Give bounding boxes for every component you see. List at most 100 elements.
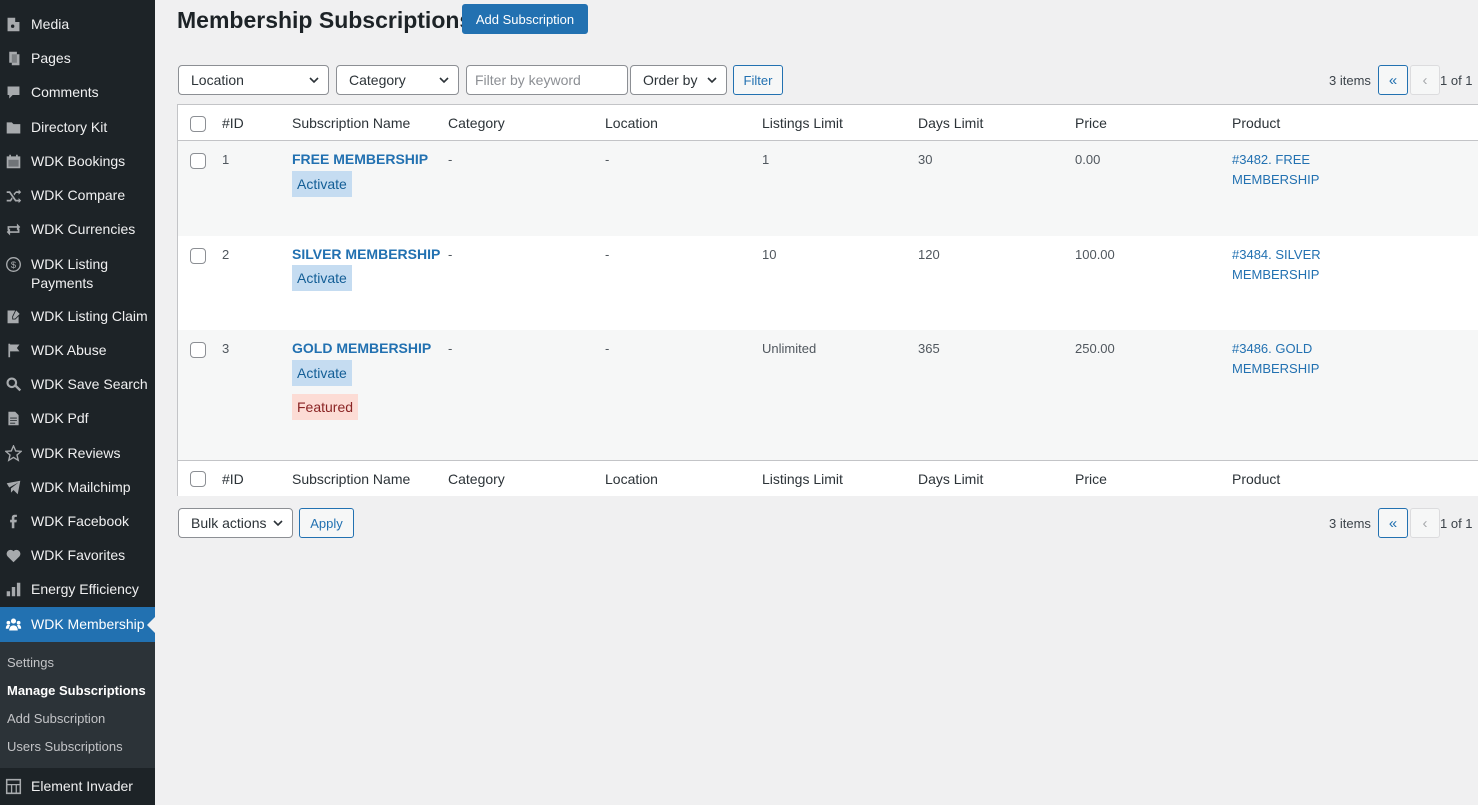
prev-page-button[interactable]: ‹ (1410, 65, 1440, 95)
column-days-limit[interactable]: Days Limit (918, 471, 983, 487)
page-indicator: 1 of 1 (1440, 73, 1473, 88)
prev-page-button[interactable]: ‹ (1410, 508, 1440, 538)
activate-badge[interactable]: Activate (292, 265, 352, 291)
column-listings-limit[interactable]: Listings Limit (762, 471, 843, 487)
sidebar-item-wdk-save-search[interactable]: WDK Save Search (0, 375, 155, 394)
row-listings-limit: 10 (762, 247, 777, 262)
items-count: 3 items (1329, 73, 1371, 88)
activate-badge[interactable]: Activate (292, 171, 352, 197)
sidebar-item-wdk-listing-payments[interactable]: $ WDK Listing Payments (0, 255, 155, 293)
media-icon (4, 15, 22, 33)
add-subscription-button[interactable]: Add Subscription (462, 4, 588, 34)
sidebar-item-wdk-bookings[interactable]: WDK Bookings (0, 152, 155, 171)
page-indicator: 1 of 1 (1440, 516, 1473, 531)
sidebar-item-wdk-favorites[interactable]: WDK Favorites (0, 546, 155, 565)
product-link[interactable]: #3482. FREE MEMBERSHIP (1232, 150, 1342, 190)
column-product[interactable]: Product (1232, 471, 1280, 487)
sidebar-item-label: WDK Favorites (31, 547, 126, 563)
sidebar-item-comments[interactable]: Comments (0, 83, 155, 102)
featured-badge[interactable]: Featured (292, 394, 359, 420)
email-icon (4, 478, 22, 496)
column-price[interactable]: Price (1075, 115, 1107, 131)
subscription-name-link[interactable]: SILVER MEMBERSHIP (292, 246, 440, 262)
heart-icon (4, 546, 22, 564)
sidebar-item-wdk-abuse[interactable]: WDK Abuse (0, 341, 155, 360)
column-product[interactable]: Product (1232, 115, 1280, 131)
location-select[interactable]: Location (178, 65, 329, 95)
column-price[interactable]: Price (1075, 471, 1107, 487)
bulk-actions-select[interactable]: Bulk actions (178, 508, 293, 538)
select-all-checkbox[interactable] (190, 116, 206, 132)
column-listings-limit[interactable]: Listings Limit (762, 115, 843, 131)
first-page-button[interactable]: « (1378, 65, 1408, 95)
row-location: - (605, 247, 610, 262)
sidebar-item-directory-kit[interactable]: Directory Kit (0, 118, 155, 137)
sidebar-item-wdk-membership[interactable]: WDK Membership (0, 607, 155, 642)
sidebar-item-label: Directory Kit (31, 119, 108, 135)
row-price: 0.00 (1075, 152, 1101, 167)
row-category: - (448, 152, 453, 167)
column-category[interactable]: Category (448, 471, 505, 487)
membership-submenu: Settings Manage Subscriptions Add Subscr… (0, 642, 155, 768)
sidebar-item-wdk-currencies[interactable]: WDK Currencies (0, 220, 155, 239)
column-id[interactable]: #ID (222, 471, 244, 487)
submenu-settings[interactable]: Settings (7, 654, 54, 672)
row-checkbox[interactable] (190, 342, 206, 358)
table-row: 1 FREE MEMBERSHIP Activate - - 1 30 0.00… (178, 141, 1478, 236)
sidebar-item-label: Pages (31, 50, 71, 66)
column-location[interactable]: Location (605, 471, 658, 487)
bulk-actions-value: Bulk actions (191, 515, 267, 531)
page-title: Membership Subscriptions (177, 7, 473, 33)
sidebar-item-wdk-listing-claim[interactable]: WDK Listing Claim (0, 307, 155, 326)
sidebar-item-wdk-mailchimp[interactable]: WDK Mailchimp (0, 478, 155, 497)
row-id: 1 (222, 152, 230, 167)
order-by-select[interactable]: Order by (630, 65, 727, 95)
table-row: 2 SILVER MEMBERSHIP Activate - - 10 120 … (178, 236, 1478, 330)
column-subscription-name[interactable]: Subscription Name (292, 471, 410, 487)
groups-icon (4, 615, 22, 633)
sidebar-item-element-invader[interactable]: Element Invader (0, 777, 155, 796)
submenu-users-subscriptions[interactable]: Users Subscriptions (7, 738, 123, 756)
sidebar-item-energy-efficiency[interactable]: Energy Efficiency (0, 580, 155, 599)
submenu-manage-subscriptions[interactable]: Manage Subscriptions (7, 682, 146, 700)
sidebar-item-wdk-compare[interactable]: WDK Compare (0, 186, 155, 205)
sidebar-item-media[interactable]: Media (0, 15, 155, 34)
folder-icon (4, 118, 22, 136)
calendar-icon (4, 152, 22, 170)
filter-button[interactable]: Filter (733, 65, 783, 95)
keyword-filter-input[interactable]: Filter by keyword (466, 65, 628, 95)
subscription-name-link[interactable]: GOLD MEMBERSHIP (292, 340, 431, 356)
submenu-add-subscription[interactable]: Add Subscription (7, 710, 105, 728)
column-id[interactable]: #ID (222, 115, 244, 131)
column-subscription-name[interactable]: Subscription Name (292, 115, 410, 131)
sidebar-item-pages[interactable]: Pages (0, 49, 155, 68)
category-select[interactable]: Category (336, 65, 459, 95)
first-page-button[interactable]: « (1378, 508, 1408, 538)
row-checkbox[interactable] (190, 248, 206, 264)
activate-badge[interactable]: Activate (292, 360, 352, 386)
sidebar-item-label: WDK Membership (31, 616, 145, 632)
row-location: - (605, 152, 610, 167)
svg-text:$: $ (10, 259, 16, 269)
sidebar-item-label: WDK Listing Claim (31, 308, 148, 324)
row-price: 100.00 (1075, 247, 1115, 262)
sidebar-item-wdk-reviews[interactable]: WDK Reviews (0, 444, 155, 463)
subscription-name-link[interactable]: FREE MEMBERSHIP (292, 151, 428, 167)
sidebar-item-wdk-pdf[interactable]: WDK Pdf (0, 409, 155, 428)
row-checkbox[interactable] (190, 153, 206, 169)
row-category: - (448, 247, 453, 262)
sidebar-item-label: Energy Efficiency (31, 581, 139, 597)
column-category[interactable]: Category (448, 115, 505, 131)
apply-button[interactable]: Apply (299, 508, 354, 538)
row-price: 250.00 (1075, 341, 1115, 356)
select-all-checkbox[interactable] (190, 471, 206, 487)
product-link[interactable]: #3484. SILVER MEMBERSHIP (1232, 245, 1342, 285)
column-days-limit[interactable]: Days Limit (918, 115, 983, 131)
admin-sidebar: Media Pages Comments Directory Kit WDK B… (0, 0, 155, 805)
column-location[interactable]: Location (605, 115, 658, 131)
sidebar-item-wdk-facebook[interactable]: WDK Facebook (0, 512, 155, 531)
chevron-down-icon (707, 77, 717, 84)
search-icon (4, 375, 22, 393)
product-link[interactable]: #3486. GOLD MEMBERSHIP (1232, 339, 1342, 379)
sidebar-item-label: Media (31, 16, 70, 32)
